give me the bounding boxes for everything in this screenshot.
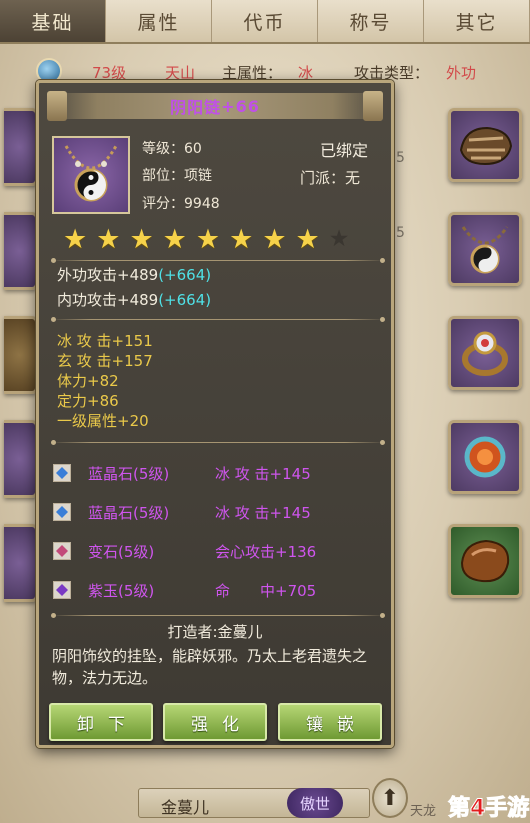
star-filled-icon: ★ xyxy=(262,224,287,255)
equip-slot-left-3[interactable] xyxy=(4,316,38,394)
item-slot-label: 部位： xyxy=(142,168,184,184)
item-score-value: 9948 xyxy=(184,196,220,212)
tab-title[interactable]: 称号 xyxy=(318,0,424,42)
star-rating: ★ ★ ★ ★ ★ ★ ★ ★ ★ xyxy=(63,226,349,253)
item-enhance-level: +66 xyxy=(221,96,260,116)
item-maker: 打造者:金蔓儿 xyxy=(167,623,263,641)
alexandrite-icon xyxy=(53,542,71,560)
extra-attr: 玄 攻 击+157 xyxy=(57,352,153,370)
item-name: 阴阳链 xyxy=(170,98,222,117)
equip-slot-left-5[interactable] xyxy=(4,524,38,602)
base-attr-row: 内功攻击+489(+664) xyxy=(57,290,211,310)
star-filled-icon: ★ xyxy=(63,224,88,255)
equip-slot-left-2[interactable] xyxy=(4,212,38,290)
blue-crystal-icon xyxy=(53,464,71,482)
equip-slot-ring[interactable] xyxy=(448,316,522,390)
ring-icon xyxy=(462,331,508,376)
gem-row: 紫玉(5级) 命 中+705 xyxy=(53,579,316,601)
side-number: 5 xyxy=(396,150,405,166)
item-level-value: 60 xyxy=(184,141,202,157)
gem-name: 变石(5级) xyxy=(88,542,155,561)
watermark-text: 天龙 xyxy=(410,804,437,819)
gem-effect: 命 中+705 xyxy=(215,581,317,600)
equip-slot-amulet[interactable] xyxy=(448,420,522,494)
unequip-button[interactable]: 卸下 xyxy=(49,703,153,741)
item-sect: 门派：无 xyxy=(300,167,360,188)
stone-icon xyxy=(460,539,510,583)
base-attr-row: 外功攻击+489(+664) xyxy=(57,265,211,285)
item-slot-value: 项链 xyxy=(184,168,212,184)
star-empty-icon: ★ xyxy=(328,226,350,252)
purple-jade-icon xyxy=(53,581,71,599)
item-tooltip-panel: 阴阳链 +66 等级：60 部位：项链 评分：9948 已绑定 门派：无 ★ ★ ★… xyxy=(36,80,394,748)
tab-attributes[interactable]: 属性 xyxy=(106,0,212,42)
divider xyxy=(51,613,385,618)
attack-type-value: 外功 xyxy=(446,64,477,82)
item-score-label: 评分： xyxy=(142,196,184,212)
item-level: 等级：60 xyxy=(142,138,202,158)
star-filled-icon: ★ xyxy=(295,224,320,255)
equip-slot-left-1[interactable] xyxy=(4,108,38,186)
star-filled-icon: ★ xyxy=(195,224,221,255)
extra-attr: 体力+82 xyxy=(57,372,119,390)
gem-effect: 会心攻击+136 xyxy=(215,542,317,561)
gem-row: 变石(5级) 会心攻击+136 xyxy=(53,540,316,562)
gem-row: 蓝晶石(5级) 冰 攻 击+145 xyxy=(53,462,311,484)
item-description: 阴阳饰纹的挂坠，能辟妖邪。乃太上老君遗失之物，法力无边。 xyxy=(52,647,368,687)
side-number: 5 xyxy=(396,225,405,241)
divider xyxy=(51,440,385,445)
extra-attr: 一级属性+20 xyxy=(57,412,149,430)
enhance-button[interactable]: 强化 xyxy=(163,703,267,741)
base-attr-bonus: (+664) xyxy=(158,266,212,284)
character-title-badge[interactable]: 傲世 xyxy=(287,788,343,818)
equip-slot-stone[interactable] xyxy=(448,524,522,598)
divider xyxy=(51,258,385,263)
item-title-bar: 阴阳链 +66 xyxy=(47,91,383,121)
inlay-button[interactable]: 镶嵌 xyxy=(278,703,382,741)
gem-name: 蓝晶石(5级) xyxy=(88,503,170,522)
tab-currency[interactable]: 代币 xyxy=(212,0,318,42)
gem-name: 紫玉(5级) xyxy=(88,581,155,600)
gem-row: 蓝晶石(5级) 冰 攻 击+145 xyxy=(53,501,311,523)
gem-effect: 冰 攻 击+145 xyxy=(215,503,311,522)
equip-slot-armguard[interactable] xyxy=(448,108,522,182)
brand-watermark: 第4手游 xyxy=(447,796,530,822)
star-filled-icon: ★ xyxy=(162,224,187,255)
gem-name: 蓝晶石(5级) xyxy=(88,464,170,483)
extra-attr: 冰 攻 击+151 xyxy=(57,332,153,350)
item-slot: 部位：项链 xyxy=(142,165,212,185)
gem-effect: 冰 攻 击+145 xyxy=(215,464,311,483)
item-bound-status: 已绑定 xyxy=(320,141,369,160)
blue-crystal-icon xyxy=(53,503,71,521)
item-icon-frame xyxy=(52,136,130,214)
base-attr-label: 内功攻击+489 xyxy=(57,291,159,309)
equip-slot-left-4[interactable] xyxy=(4,420,38,498)
tab-basic[interactable]: 基础 xyxy=(0,0,106,42)
item-sect-value: 无 xyxy=(345,169,361,187)
star-filled-icon: ★ xyxy=(129,224,154,255)
base-attr-label: 外功攻击+489 xyxy=(57,266,159,284)
item-level-label: 等级： xyxy=(142,141,184,157)
star-filled-icon: ★ xyxy=(96,224,121,255)
yinyang-necklace-icon xyxy=(64,145,118,202)
base-attr-bonus: (+664) xyxy=(158,291,212,309)
extra-attr: 定力+86 xyxy=(57,392,119,410)
title-bar-cap xyxy=(363,91,383,121)
tab-other[interactable]: 其它 xyxy=(424,0,530,42)
divider xyxy=(51,317,385,322)
up-arrow-icon[interactable]: ⬆ xyxy=(372,778,408,818)
tab-bar: 基础 属性 代币 称号 其它 xyxy=(0,0,530,44)
character-name: 金蔓儿 xyxy=(161,798,210,817)
amulet-icon xyxy=(464,436,506,478)
item-score: 评分：9948 xyxy=(142,193,220,213)
title-bar-cap xyxy=(47,91,67,121)
item-sect-label: 门派： xyxy=(300,169,346,187)
star-filled-icon: ★ xyxy=(229,224,254,255)
equip-slot-necklace[interactable] xyxy=(448,212,522,286)
necklace-icon xyxy=(461,226,509,274)
armguard-icon xyxy=(459,126,513,166)
